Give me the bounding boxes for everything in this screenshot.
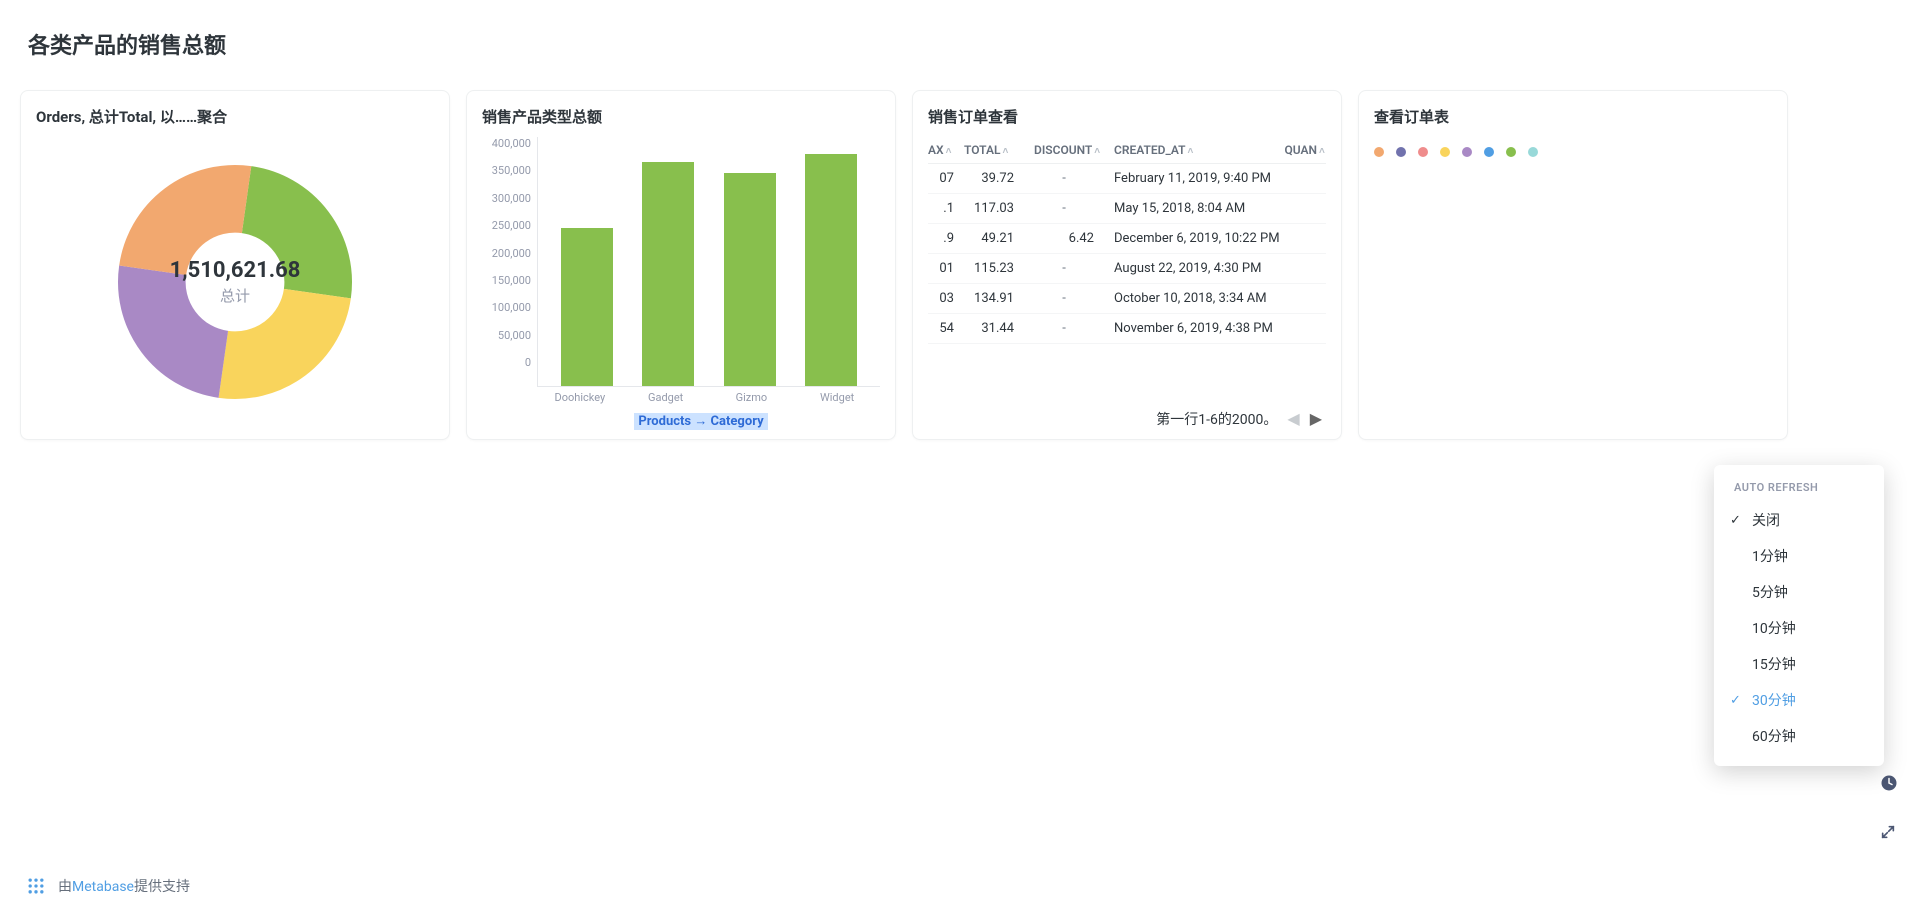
pager-prev-button[interactable]: ◀	[1287, 411, 1299, 427]
column-created_at[interactable]: CREATED_AT˄	[1114, 137, 1284, 164]
refresh-option[interactable]: ✓1分钟	[1714, 538, 1884, 574]
bar-xaxis: DoohickeyGadgetGizmoWidget	[482, 391, 880, 404]
page-title: 各类产品的销售总额	[0, 0, 1920, 70]
legend-dots	[1374, 137, 1772, 157]
bar-Doohickey[interactable]	[561, 228, 613, 386]
card-donut-title: Orders, 总计Total, 以……聚合	[36, 106, 434, 127]
card-table[interactable]: 销售订单查看 AX˄TOTAL˄DISCOUNT˄CREATED_AT˄QUAN…	[912, 90, 1342, 440]
refresh-option-label: 60分钟	[1752, 726, 1796, 746]
table-row[interactable]: 5431.44-November 6, 2019, 4:38 PM	[928, 314, 1326, 344]
table-row[interactable]: 03134.91-October 10, 2018, 3:34 AM	[928, 284, 1326, 314]
bar-plot	[537, 137, 880, 387]
table-row[interactable]: 01115.23-August 22, 2019, 4:30 PM	[928, 254, 1326, 284]
footer-text: 由Metabase提供支持	[58, 876, 190, 896]
clock-icon[interactable]	[1880, 774, 1900, 794]
refresh-option-label: 30分钟	[1752, 690, 1796, 710]
refresh-option-label: 5分钟	[1752, 582, 1788, 602]
refresh-option-label: 关闭	[1752, 510, 1780, 530]
bar-Gizmo[interactable]	[724, 173, 776, 386]
card-table-title: 销售订单查看	[928, 106, 1326, 127]
column-total[interactable]: TOTAL˄	[964, 137, 1034, 164]
refresh-option[interactable]: ✓10分钟	[1714, 610, 1884, 646]
refresh-option-label: 1分钟	[1752, 546, 1788, 566]
column-ax[interactable]: AX˄	[928, 137, 964, 164]
bar-Gadget[interactable]	[642, 162, 694, 386]
refresh-option-label: 10分钟	[1752, 618, 1796, 638]
refresh-option-label: 15分钟	[1752, 654, 1796, 674]
legend-dot[interactable]	[1374, 147, 1384, 157]
donut-chart: 1,510,621.68 总计	[36, 137, 434, 427]
card-donut[interactable]: Orders, 总计Total, 以……聚合 1,510,621.68 总计	[20, 90, 450, 440]
column-discount[interactable]: DISCOUNT˄	[1034, 137, 1114, 164]
metabase-logo-icon	[26, 876, 46, 896]
legend-dot[interactable]	[1528, 147, 1538, 157]
fullscreen-icon[interactable]	[1880, 824, 1900, 844]
card-bar[interactable]: 销售产品类型总额 050,000100,000150,000200,000250…	[466, 90, 896, 440]
legend-dot[interactable]	[1440, 147, 1450, 157]
card-bar-title: 销售产品类型总额	[482, 106, 880, 127]
column-quan[interactable]: QUAN˄	[1284, 137, 1326, 164]
card-legend[interactable]: 查看订单表	[1358, 90, 1788, 440]
auto-refresh-header: AUTO REFRESH	[1714, 477, 1884, 502]
donut-label: 总计	[170, 285, 301, 306]
table-row[interactable]: .949.216.42December 6, 2019, 10:22 PM	[928, 224, 1326, 254]
metabase-link[interactable]: Metabase	[72, 879, 134, 895]
pager-next-button[interactable]: ▶	[1310, 411, 1322, 427]
bar-caption: Products → Category	[482, 410, 880, 429]
check-icon: ✓	[1730, 693, 1744, 708]
pager-text: 第一行1-6的2000。	[1156, 409, 1277, 429]
refresh-option[interactable]: ✓60分钟	[1714, 718, 1884, 754]
bar-Widget[interactable]	[805, 154, 857, 386]
legend-dot[interactable]	[1462, 147, 1472, 157]
orders-table: AX˄TOTAL˄DISCOUNT˄CREATED_AT˄QUAN˄ 0739.…	[928, 137, 1326, 344]
donut-value: 1,510,621.68	[170, 258, 301, 283]
legend-dot[interactable]	[1484, 147, 1494, 157]
table-row[interactable]: 0739.72-February 11, 2019, 9:40 PM	[928, 164, 1326, 194]
table-pager: 第一行1-6的2000。 ◀ ▶	[928, 397, 1326, 429]
legend-dot[interactable]	[1418, 147, 1428, 157]
table-row[interactable]: .1117.03-May 15, 2018, 8:04 AM	[928, 194, 1326, 224]
auto-refresh-menu[interactable]: AUTO REFRESH ✓关闭✓1分钟✓5分钟✓10分钟✓15分钟✓30分钟✓…	[1714, 465, 1884, 766]
legend-dot[interactable]	[1396, 147, 1406, 157]
dashboard-grid: Orders, 总计Total, 以……聚合 1,510,621.68 总计 销…	[0, 70, 1920, 460]
check-icon: ✓	[1730, 513, 1744, 528]
refresh-option[interactable]: ✓ 关闭	[1714, 502, 1884, 538]
footer: 由Metabase提供支持	[0, 858, 1920, 914]
legend-dot[interactable]	[1506, 147, 1516, 157]
card-legend-title: 查看订单表	[1374, 106, 1772, 127]
refresh-option[interactable]: ✓15分钟	[1714, 646, 1884, 682]
refresh-option[interactable]: ✓ 30分钟	[1714, 682, 1884, 718]
refresh-option[interactable]: ✓5分钟	[1714, 574, 1884, 610]
bar-yaxis: 050,000100,000150,000200,000250,000300,0…	[482, 137, 537, 387]
